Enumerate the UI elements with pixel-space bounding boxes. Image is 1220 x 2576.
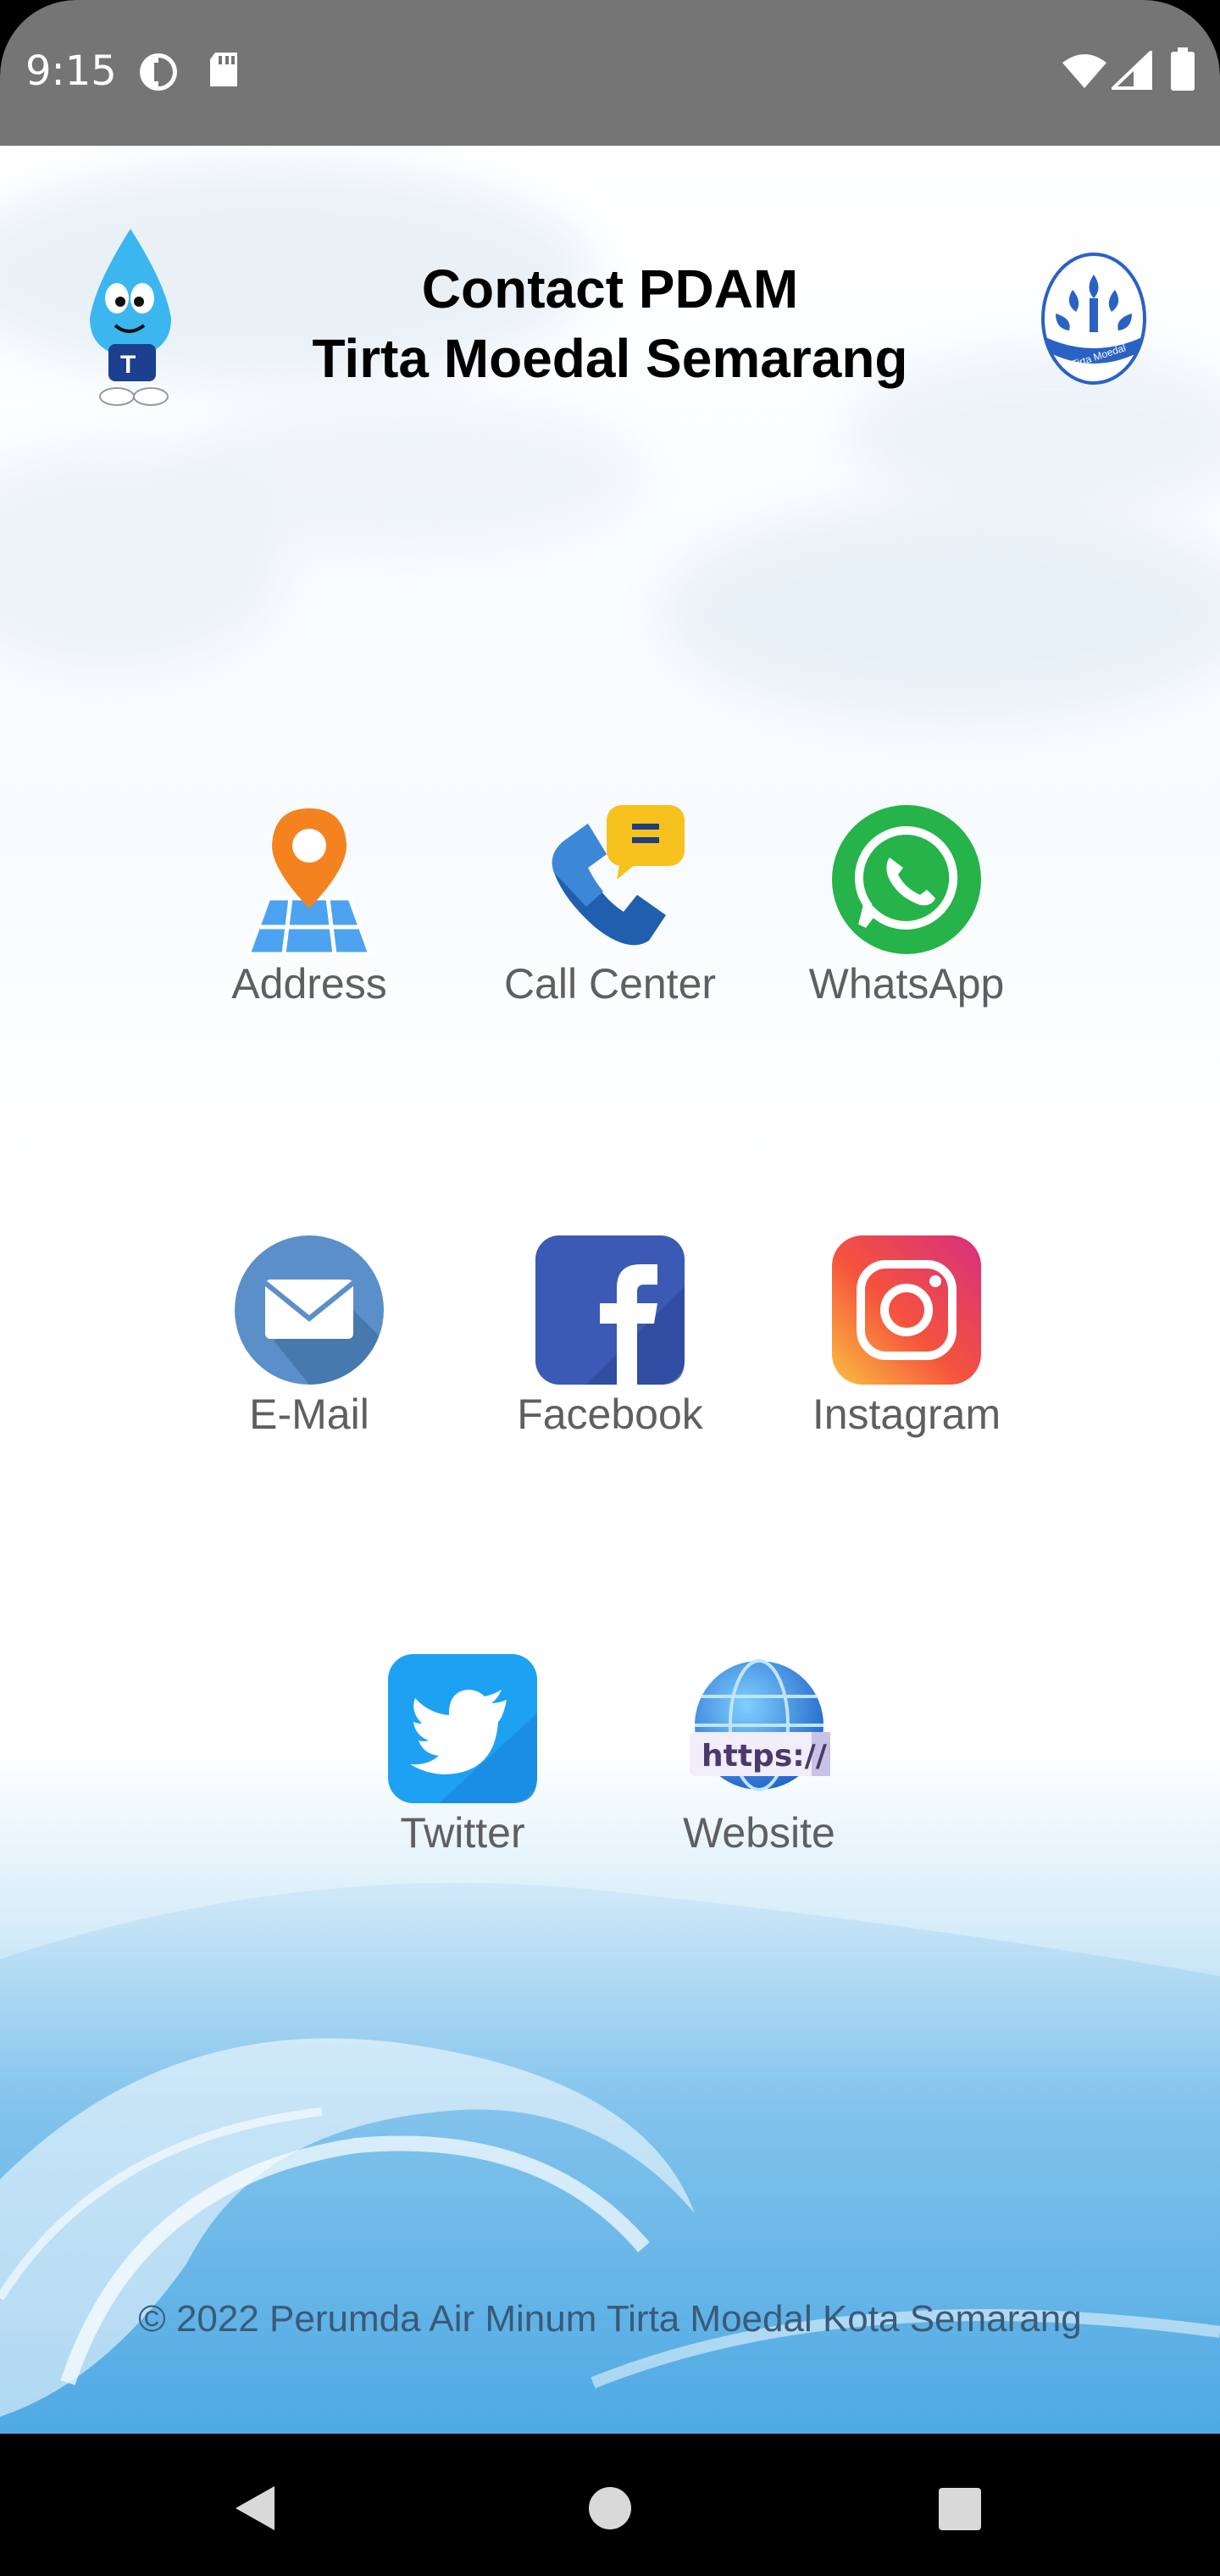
page-title-line1: Contact PDAM [421,258,799,319]
contact-page: T Contact PDAM Tirta Moedal Semarang Tir… [0,146,1220,2434]
instagram-icon [832,1235,981,1385]
signal-icon [1109,48,1152,94]
page-title-line2: Tirta Moedal Semarang [312,328,908,389]
contact-call-center[interactable]: Call Center [483,805,737,1008]
data-saver-icon [137,51,180,97]
phone-screen: 9:15 T Contact PDAM Tirta Moedal Semaran… [0,0,1220,2576]
contact-label: Instagram [812,1391,1001,1438]
mail-icon [235,1235,384,1385]
wifi-icon [1061,53,1108,94]
recents-icon[interactable] [939,2488,981,2534]
water-drop-mascot-icon: T [78,225,188,408]
contact-address[interactable]: Address [182,805,436,1008]
contact-facebook[interactable]: Facebook [483,1235,737,1439]
contact-email[interactable]: E-Mail [182,1235,436,1439]
sd-card-icon [207,51,241,92]
contact-label: Facebook [517,1391,703,1438]
cloud-decoration [661,502,1220,722]
https-badge: https:// [702,1739,828,1774]
copyright-footer: © 2022 Perumda Air Minum Tirta Moedal Ko… [138,2298,1082,2340]
contact-label: E-Mail [249,1391,369,1438]
battery-icon [1169,47,1196,96]
back-icon[interactable] [234,2484,276,2536]
contact-whatsapp[interactable]: WhatsApp [779,805,1034,1008]
contact-label: WhatsApp [808,960,1005,1008]
page-title: Contact PDAM Tirta Moedal Semarang [254,254,966,393]
tirta-moedal-logo-icon: Tirta Moedal [1039,251,1149,386]
contact-instagram[interactable]: Instagram [779,1235,1034,1439]
contact-label: Address [231,960,387,1008]
contact-website[interactable]: https:// Website [632,1654,886,1857]
globe-https-icon: https:// [685,1654,834,1803]
map-pin-icon [235,805,384,957]
contact-twitter[interactable]: Twitter [336,1654,590,1857]
home-icon[interactable] [588,2486,632,2534]
whatsapp-icon [832,805,981,954]
navigation-bar [0,2434,1220,2576]
status-bar: 9:15 [0,0,1220,146]
twitter-icon [388,1654,537,1803]
phone-chat-icon [535,805,685,954]
status-time: 9:15 [25,47,117,95]
contact-label: Twitter [400,1809,525,1857]
facebook-icon [535,1235,685,1385]
contact-label: Website [683,1809,835,1857]
contact-label: Call Center [503,960,717,1008]
svg-text:T: T [120,351,136,379]
